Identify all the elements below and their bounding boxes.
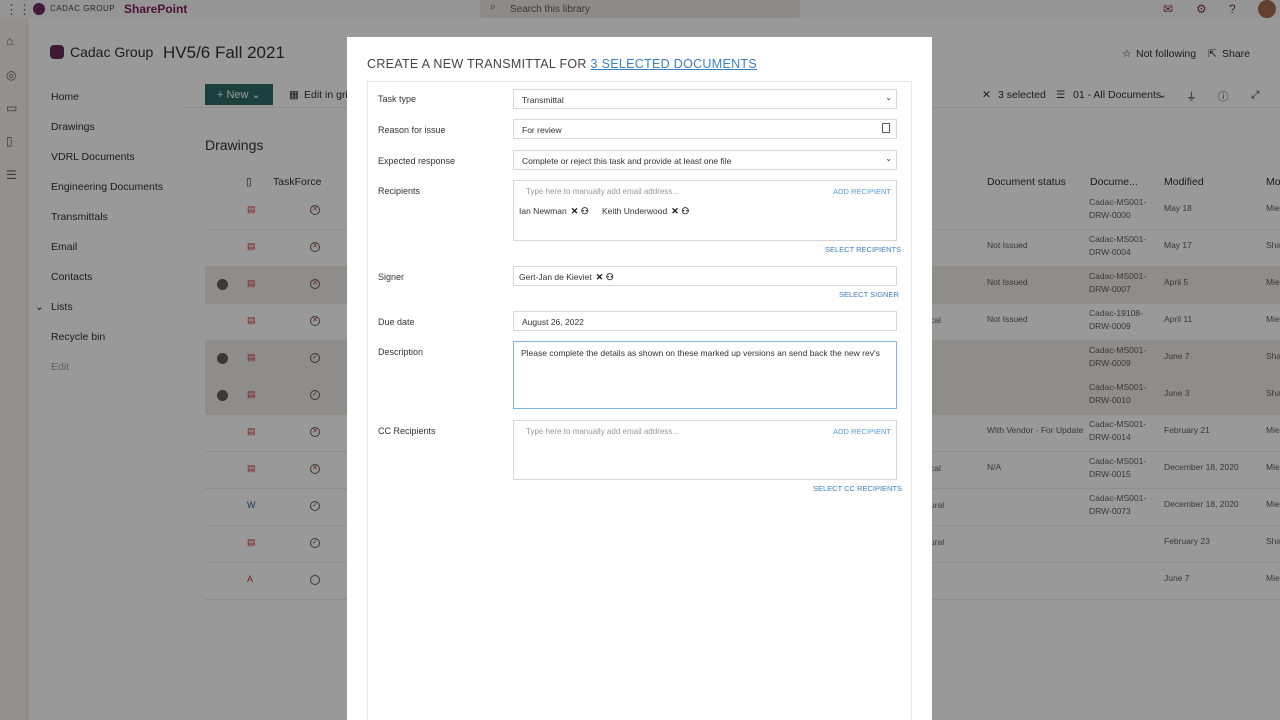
cc-recipients-input[interactable]: Type here to manually add email address.… [526,427,679,436]
recipients-label: Recipients [378,186,421,196]
cc-recipients-box[interactable]: Type here to manually add email address.… [513,420,897,480]
transmittal-dialog: CREATE A NEW TRANSMITTAL FOR 3 SELECTED … [347,37,932,720]
reason-label: Reason for issue [378,125,446,135]
dialog-title: CREATE A NEW TRANSMITTAL FOR 3 SELECTED … [367,57,757,71]
expected-response-select[interactable]: Complete or reject this task and provide… [513,150,897,170]
reason-field[interactable]: For review [513,119,897,139]
signer-chip: Gert-Jan de Kieviet ✕ ⚇ [515,272,618,283]
remove-icon[interactable]: ✕ ⚇ [671,206,689,216]
recipients-box[interactable]: Type here to manually add email address.… [513,180,897,241]
select-recipients-button[interactable]: SELECT RECIPIENTS [825,245,901,254]
task-type-select[interactable]: Transmittal ⌄ [513,89,897,109]
due-date-field[interactable]: August 26, 2022 [513,311,897,331]
select-signer-button[interactable]: SELECT SIGNER [839,290,899,299]
expected-response-value: Complete or reject this task and provide… [522,156,732,166]
recipient-name: Ian Newman [519,206,567,216]
remove-icon[interactable]: ✕ ⚇ [571,206,589,216]
due-date-value: August 26, 2022 [522,317,584,327]
selected-documents-link[interactable]: 3 SELECTED DOCUMENTS [591,57,757,71]
cc-recipients-label: CC Recipients [378,426,436,436]
select-cc-recipients-button[interactable]: SELECT CC RECIPIENTS [813,484,902,493]
add-recipient-button[interactable]: ADD RECIPIENT [833,187,891,196]
task-type-value: Transmittal [522,95,564,105]
dialog-title-text: CREATE A NEW TRANSMITTAL FOR [367,57,587,71]
chevron-down-icon: ⌄ [885,154,892,163]
signer-name: Gert-Jan de Kieviet [519,272,592,282]
description-label: Description [378,347,424,357]
remove-icon[interactable]: ✕ ⚇ [596,272,614,282]
description-textarea[interactable]: Please complete the details as shown on … [513,341,897,409]
form-icon[interactable] [882,123,890,133]
recipients-input[interactable]: Type here to manually add email address.… [526,187,679,196]
recipient-chip: Keith Underwood ✕ ⚇ [598,206,693,217]
task-type-label: Task type [378,94,417,104]
expected-response-label: Expected response [378,156,456,166]
signer-label: Signer [378,272,405,282]
signer-box[interactable]: Gert-Jan de Kieviet ✕ ⚇ [513,266,897,286]
chevron-down-icon: ⌄ [885,93,892,102]
due-date-label: Due date [378,317,415,327]
reason-value: For review [522,125,562,135]
recipient-chip: Ian Newman ✕ ⚇ [515,206,593,217]
add-cc-recipient-button[interactable]: ADD RECIPIENT [833,427,891,436]
recipient-name: Keith Underwood [602,206,668,216]
